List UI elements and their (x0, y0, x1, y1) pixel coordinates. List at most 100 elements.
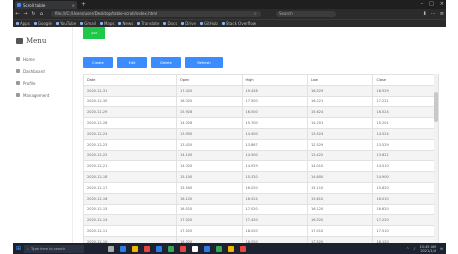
column-header[interactable]: Date (83, 74, 178, 86)
table-cell: 13.622 (372, 149, 439, 162)
table-cell: 15.110 (306, 181, 374, 194)
column-header[interactable]: Open (176, 74, 243, 86)
download-icon[interactable]: ⬇ (423, 11, 427, 17)
table-row[interactable]: 2020-12-23 13.420 13.867 12.529 13.529 (83, 138, 439, 151)
minimize-icon[interactable]: – (421, 1, 424, 7)
sidebar-item-home[interactable]: Home (16, 53, 49, 65)
taskbar-search[interactable]: ⌕ Type here to search (24, 244, 84, 253)
bookmark-icon (163, 22, 167, 25)
bookmark-icon (199, 22, 203, 25)
bookmark-label: News (122, 21, 134, 26)
table-row[interactable]: 2020-12-14 17.020 17.420 16.520 17.220 (83, 214, 439, 227)
edge-icon[interactable] (120, 245, 126, 252)
new-tab-button[interactable]: + (81, 1, 86, 8)
column-header[interactable]: Close (372, 74, 439, 86)
table-row[interactable]: 2020-12-18 15.100 15.320 14.600 14.900 (83, 171, 439, 183)
task-view-icon[interactable] (108, 245, 114, 252)
brand[interactable]: Menu (16, 37, 46, 45)
table-cell: 15.500 (176, 181, 243, 194)
table-row[interactable]: 2020-12-11 17.520 18.020 17.010 17.510 (83, 225, 439, 237)
app-icon[interactable] (168, 245, 174, 252)
chrome-icon[interactable] (228, 245, 234, 252)
delete-button[interactable]: Delete (151, 57, 181, 68)
bookmark-item[interactable]: Google (33, 21, 52, 26)
address-row: ← → ↻ ⌂ file:///C:/Users/user/Desktop/ta… (13, 9, 446, 19)
table-row[interactable]: 2020-12-16 16.120 16.524 15.610 16.010 (83, 192, 439, 205)
table-row[interactable]: 2020-12-30 16.320 17.500 16.221 17.221 (83, 95, 439, 108)
address-bar[interactable]: file:///C:/Users/user/Desktop/table-scro… (51, 11, 261, 17)
clock[interactable]: 10:45 AM 2021/1/4 (419, 245, 436, 253)
app-icon[interactable] (204, 245, 210, 252)
bookmark-item[interactable]: Drive (181, 21, 196, 26)
brand-logo-icon (16, 38, 23, 44)
bookmark-star-icon[interactable]: ☆ (253, 11, 257, 17)
more-icon[interactable]: ⋯ (431, 11, 436, 17)
sidebar-item-dashboard[interactable]: Dashboard (16, 65, 49, 77)
tray-expand-icon[interactable]: ^ (406, 247, 409, 251)
data-table-container: Date Open High Low Close 2020-12-31 17.42… (83, 74, 439, 243)
store-icon[interactable] (156, 245, 162, 252)
close-window-icon[interactable]: × (440, 1, 444, 7)
forward-icon[interactable]: → (23, 11, 28, 17)
bookmark-label: Gmail (84, 21, 96, 26)
back-icon[interactable]: ← (15, 11, 20, 17)
bookmark-item[interactable]: News (118, 21, 133, 26)
column-header[interactable]: Low (306, 74, 374, 86)
bookmark-item[interactable]: Stack Overflow (221, 21, 256, 26)
table-row[interactable]: 2020-12-22 14.100 14.500 13.422 13.622 (83, 149, 439, 162)
refresh-button[interactable]: Refresh (185, 57, 223, 68)
app-icon[interactable] (180, 245, 186, 252)
table-cell: 14.320 (176, 160, 243, 173)
bookmark-item[interactable]: Gmail (80, 21, 96, 26)
table-cell: 2020-12-17 (83, 181, 178, 194)
table-row[interactable]: 2020-12-15 16.520 17.020 16.120 16.620 (83, 203, 439, 216)
file-explorer-icon[interactable] (132, 245, 138, 252)
edit-button[interactable]: Edit (117, 57, 147, 68)
address-text: file:///C:/Users/user/Desktop/table-scro… (55, 11, 158, 16)
app-icon[interactable] (216, 245, 222, 252)
bookmark-item[interactable]: YouTube (56, 21, 76, 26)
bookmark-item[interactable]: Docs (163, 21, 177, 26)
maximize-icon[interactable]: □ (429, 1, 434, 7)
bookmark-icon (137, 22, 141, 25)
table-row[interactable]: 2020-12-21 14.320 14.929 14.010 14.510 (83, 160, 439, 173)
table-row[interactable]: 2020-12-28 14.328 15.700 14.201 15.201 (83, 117, 439, 129)
table-row[interactable]: 2020-12-24 13.950 14.500 13.524 14.524 (83, 127, 439, 140)
bookmark-icon (99, 22, 103, 25)
app-icon[interactable] (192, 245, 198, 252)
column-header[interactable]: High (241, 74, 308, 86)
bookmark-label: Drive (185, 21, 196, 26)
home-icon (16, 57, 20, 61)
sidebar-item-label: Profile (23, 80, 36, 86)
table-cell: 16.120 (306, 203, 374, 216)
tab-close-icon[interactable]: × (72, 3, 75, 8)
bookmark-item[interactable]: Apps (16, 21, 30, 26)
create-button[interactable]: Create (83, 57, 113, 68)
reload-icon[interactable]: ↻ (31, 11, 36, 17)
browser-tab[interactable]: Scroll table × (15, 1, 77, 9)
start-button[interactable]: ⊞ (16, 245, 24, 252)
bookmark-item[interactable]: Maps (99, 21, 114, 26)
menu-icon[interactable]: ≡ (440, 11, 444, 17)
bookmark-item[interactable]: Translate (137, 21, 159, 26)
sidebar-item-profile[interactable]: Profile (16, 77, 49, 89)
scrollbar-thumb[interactable] (434, 92, 438, 122)
table-row[interactable]: 2020-12-31 17.420 19.426 16.529 18.529 (83, 84, 439, 97)
sidebar-item-management[interactable]: Management (16, 89, 49, 101)
table-cell: 14.900 (372, 171, 439, 183)
table-cell: 17.220 (372, 214, 439, 227)
table-cell: 13.524 (306, 127, 374, 140)
table-scrollbar[interactable] (434, 74, 438, 243)
add-button[interactable]: Add (83, 27, 105, 39)
volume-icon[interactable]: ♪ (413, 247, 415, 251)
table-row[interactable]: 2020-12-17 15.500 16.020 15.110 15.820 (83, 181, 439, 194)
app-icon[interactable] (144, 245, 150, 252)
notification-icon[interactable]: ✉ (440, 247, 443, 251)
browser-search-box[interactable]: Search (276, 11, 336, 17)
app-icon[interactable] (240, 245, 246, 252)
profile-icon (16, 81, 20, 85)
table-row[interactable]: 2020-12-29 15.928 16.500 15.624 16.524 (83, 106, 439, 119)
table-cell: 14.500 (241, 127, 308, 140)
bookmark-item[interactable]: GitHub (199, 21, 218, 26)
home-browser-icon[interactable]: ⌂ (39, 11, 44, 17)
